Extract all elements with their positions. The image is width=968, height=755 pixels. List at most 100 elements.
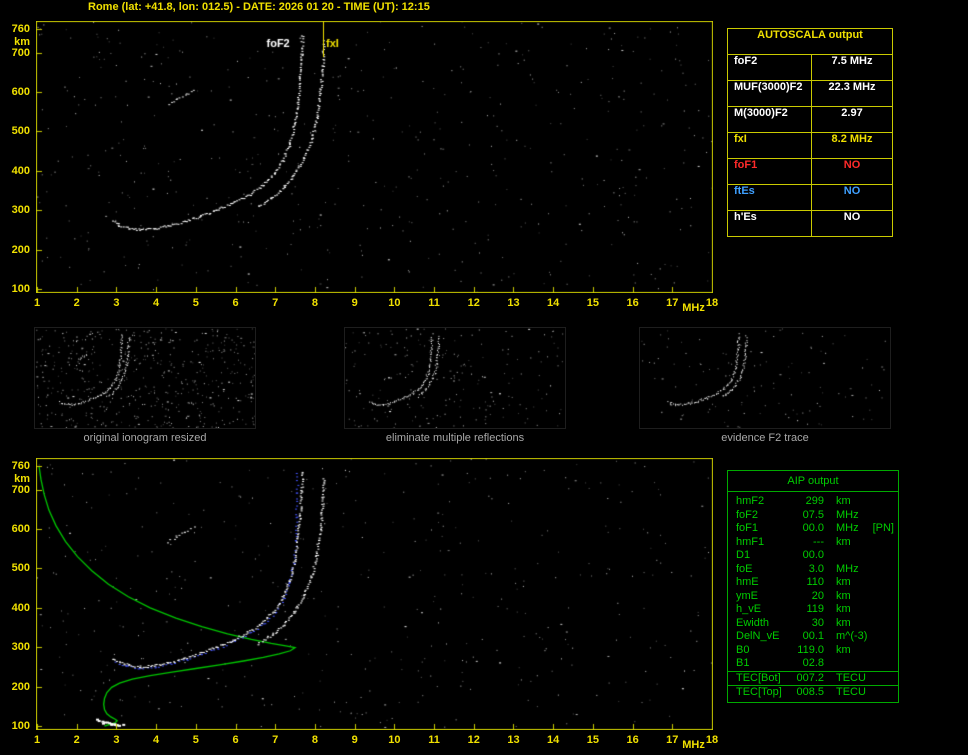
x-axis-tick-label: 12 xyxy=(467,734,480,746)
aip-row-tec-top: TEC[Top] 008.5 TECU xyxy=(728,685,898,700)
thumbnail-caption: original ionogram resized xyxy=(83,432,207,444)
thumbnail-caption: evidence F2 trace xyxy=(721,432,809,444)
x-axis-tick-label: 11 xyxy=(428,734,440,746)
thumbnail-2-canvas xyxy=(344,327,566,429)
profile-ionogram-panel: 760 700 600 500 400 300 200 100 km 1 2 3 4 5 6 7 8 9 10 11 1… xyxy=(0,451,728,751)
autoscala-table-title: AUTOSCALA output xyxy=(728,29,892,55)
autoscala-param-label: fxI xyxy=(728,133,812,158)
y-axis-tick-label: 300 xyxy=(11,641,30,654)
aip-param-note: [PN] xyxy=(872,522,894,534)
y-axis-tick-label: 760 xyxy=(11,460,30,472)
aip-param-unit: MHz xyxy=(836,562,859,575)
autoscala-param-value: 7.5 MHz xyxy=(831,55,873,67)
autoscala-param-label: foF1 xyxy=(728,159,812,184)
x-axis-tick-label: 9 xyxy=(351,734,358,746)
x-axis-tick-label: 8 xyxy=(311,734,318,746)
aip-param-label: Ewidth xyxy=(736,616,770,629)
aip-table-rows: hmF2 299 km foF2 07.5 MHz foF1 00.0 MHz [PN] hmF1 -… xyxy=(728,495,898,700)
aip-row-yme: ymE 20 km xyxy=(728,590,898,604)
y-axis-tick-label: 500 xyxy=(11,562,30,575)
x-axis-tick-label: 9 xyxy=(351,297,358,309)
aip-param-value: 119.0 xyxy=(797,643,824,656)
x-axis-tick-label: 16 xyxy=(626,297,639,309)
autoscala-row-m-3000-f2: M(3000)F2 2.97 xyxy=(728,106,892,132)
aip-param-label: hmE xyxy=(736,576,759,588)
x-axis-tick-label: 11 xyxy=(428,297,440,309)
mhz-axis-unit-label: MHz xyxy=(682,302,705,314)
aip-param-unit: MHz xyxy=(836,522,859,534)
aip-row-ewidth: Ewidth 30 km xyxy=(728,617,898,631)
x-axis-tick-label: 4 xyxy=(153,297,160,309)
y-axis-tick-label: 760 xyxy=(11,23,30,35)
aip-row-foe: foE 3.0 MHz xyxy=(728,563,898,577)
autoscala-param-label: h'Es xyxy=(728,211,812,236)
y-axis-tick-label: 100 xyxy=(11,283,30,295)
x-axis-tick-label: 12 xyxy=(467,297,480,309)
x-axis-tick-label: 5 xyxy=(192,297,199,309)
autoscala-param-value: NO xyxy=(843,159,861,171)
aip-param-unit: TECU xyxy=(836,671,866,684)
autoscala-row-fof2: foF2 7.5 MHz xyxy=(728,55,892,80)
km-axis-unit-label: km xyxy=(14,473,30,485)
aip-param-value: 119 xyxy=(806,603,824,615)
y-axis-tick-label: 300 xyxy=(11,204,30,217)
bottom-ionogram-canvas xyxy=(36,458,713,730)
aip-param-label: foF2 xyxy=(736,508,759,521)
autoscala-output-table: AUTOSCALA output foF2 7.5 MHz MUF(3000)F2 2… xyxy=(727,28,893,237)
aip-output-table: AIP output hmF2 299 km foF2 07.5 MHz foF1 00.0 M… xyxy=(727,470,899,703)
aip-param-label: DelN_vE xyxy=(736,630,780,642)
aip-param-unit: km xyxy=(836,616,851,629)
x-axis-tick-label: 7 xyxy=(272,297,279,309)
autoscala-row-muf-3000-f2: MUF(3000)F2 22.3 MHz xyxy=(728,80,892,106)
y-axis-tick-label: 200 xyxy=(11,680,30,693)
x-axis-tick-label: 17 xyxy=(666,297,679,309)
y-axis-tick-label: 600 xyxy=(11,86,30,99)
aip-param-unit: km xyxy=(836,535,851,548)
autoscala-row-fxi: fxI 8.2 MHz xyxy=(728,132,892,158)
station-date-time-title: Rome (lat: +41.8, lon: 012.5) - DATE: 20… xyxy=(88,1,430,13)
x-axis-tick-label: 17 xyxy=(666,734,679,746)
aip-row-b0: B0 119.0 km xyxy=(728,644,898,658)
x-axis-tick-label: 10 xyxy=(388,297,401,309)
aip-row-d1: D1 00.0 xyxy=(728,549,898,563)
thumbnail-1-canvas xyxy=(34,327,256,429)
aip-row-deln-ve: DelN_vE 00.1 m^(-3) xyxy=(728,630,898,644)
aip-param-label: B1 xyxy=(736,657,750,669)
aip-row-fof2: foF2 07.5 MHz xyxy=(728,509,898,523)
aip-param-unit: m^(-3) xyxy=(836,630,868,642)
aip-row-tec-bot: TEC[Bot] 007.2 TECU xyxy=(728,670,898,686)
y-axis-tick-label: 400 xyxy=(11,601,30,614)
aip-param-unit: km xyxy=(836,589,851,602)
aip-param-value: --- xyxy=(813,535,824,548)
thumbnail-original-ionogram: original ionogram resized xyxy=(34,327,256,448)
y-axis-tick-label: 100 xyxy=(11,720,30,732)
x-axis-tick-label: 8 xyxy=(311,297,318,309)
x-axis-tick-label: 14 xyxy=(547,297,560,309)
top-ionogram-canvas xyxy=(36,21,713,293)
x-axis-tick-label: 6 xyxy=(232,734,239,746)
x-axis-tick-label: 16 xyxy=(626,734,639,746)
y-axis-tick-label: 700 xyxy=(11,483,30,496)
aip-param-value: 02.8 xyxy=(802,657,824,669)
x-axis-tick-label: 3 xyxy=(113,734,120,746)
aip-row-b1: B1 02.8 xyxy=(728,657,898,671)
aip-param-value: 30 xyxy=(811,616,824,629)
aip-param-value: 00.0 xyxy=(802,549,824,561)
x-axis-tick-label: 15 xyxy=(586,734,599,746)
x-axis-tick-label: 2 xyxy=(73,297,80,309)
aip-param-unit: km xyxy=(836,495,851,507)
x-axis-tick-label: 3 xyxy=(113,297,120,309)
aip-param-unit: km xyxy=(836,576,851,588)
mhz-axis-unit-label: MHz xyxy=(682,739,705,751)
thumbnail-evidence-f2-trace: evidence F2 trace xyxy=(639,327,891,448)
scaled-ionogram-panel: 760 700 600 500 400 300 200 100 km 1 2 3 4 5 6 7 8 9 10 11 1… xyxy=(0,14,728,314)
aip-param-label: hmF2 xyxy=(736,495,765,507)
y-axis-tick-label: 200 xyxy=(11,243,30,256)
aip-param-value: 110 xyxy=(806,576,824,588)
aip-param-value: 3.0 xyxy=(808,562,824,575)
x-axis-tick-label: 10 xyxy=(388,734,401,746)
aip-param-label: ymE xyxy=(736,589,758,602)
aip-param-label: foF1 xyxy=(736,522,759,534)
x-axis-tick-label: 13 xyxy=(507,297,520,309)
aip-param-value: 07.5 xyxy=(802,508,824,521)
